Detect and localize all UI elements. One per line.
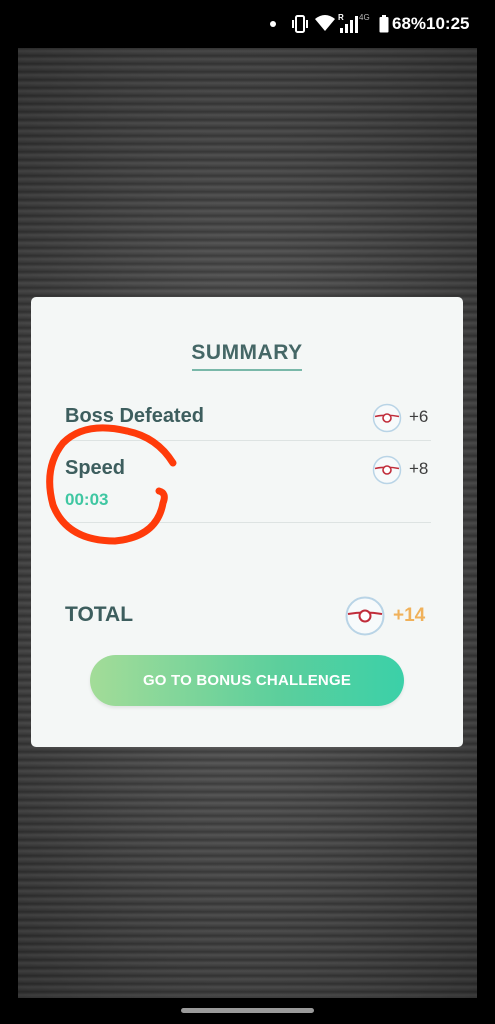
vibrate-icon bbox=[292, 15, 308, 33]
notification-dot-icon bbox=[270, 21, 276, 27]
svg-text:R: R bbox=[338, 13, 344, 22]
wifi-icon bbox=[315, 15, 335, 31]
home-indicator[interactable] bbox=[181, 1008, 314, 1013]
battery-percent: 68% bbox=[392, 14, 427, 33]
battery-icon bbox=[379, 15, 389, 33]
speed-reward: +8 bbox=[409, 459, 429, 478]
title-underline bbox=[192, 369, 302, 371]
total-reward: +14 bbox=[393, 605, 426, 626]
go-to-bonus-challenge-button[interactable]: GO TO BONUS CHALLENGE bbox=[90, 655, 404, 706]
premier-ball-icon bbox=[372, 403, 402, 433]
premier-ball-icon bbox=[372, 455, 402, 485]
summary-title: SUMMARY bbox=[191, 341, 303, 364]
total-label: TOTAL bbox=[65, 603, 134, 626]
red-circle-annotation bbox=[46, 424, 177, 545]
signal-icon: R 4G bbox=[338, 13, 370, 33]
boss-defeated-reward: +6 bbox=[409, 407, 429, 426]
clock: 10:25 bbox=[426, 14, 470, 33]
premier-ball-icon bbox=[345, 596, 385, 636]
signal-label: 4G bbox=[359, 13, 370, 22]
status-bar: R 4G 68% 10:25 bbox=[0, 0, 495, 48]
